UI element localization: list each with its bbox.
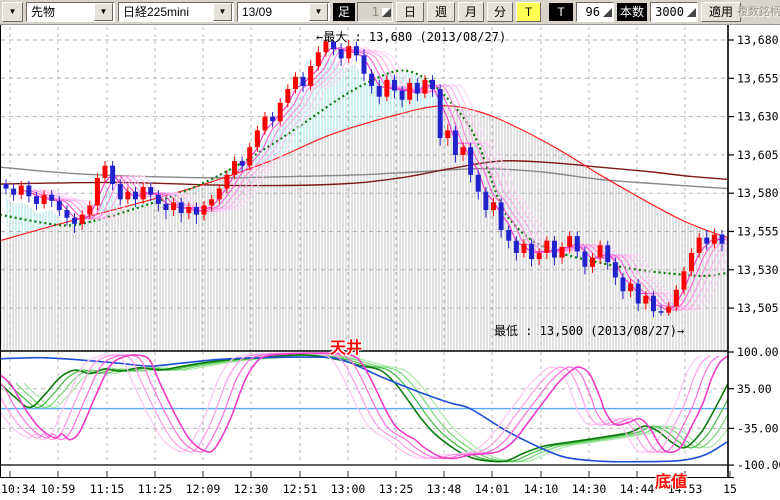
bar-interval-spinner[interactable]: 1 [357,2,393,22]
time-axis-label: 13:48 [427,482,462,496]
contract-month-value: 13/09 [238,3,308,21]
price-axis-label: 13,555 [737,225,779,239]
time-axis-label: 12:09 [186,482,221,496]
time-axis-label: 12:51 [283,482,318,496]
toolbar: ▼ 先物 ▼ 日経225mini ▼ 13/09 ▼ 足 1 日 週 月 分 T… [0,0,780,25]
tick-count-value: 96 [577,3,602,21]
bearish-cloud [0,106,728,351]
price-axis-label: 13,580 [737,186,779,200]
symbol-combo[interactable]: 日経225mini ▼ [118,2,234,22]
price-axis-label: 13,630 [737,110,779,124]
symbol-value: 日経225mini [119,3,212,21]
time-axis-label: 12:30 [234,482,269,496]
instrument-type-combo[interactable]: 先物 ▼ [26,2,115,22]
period-month-button[interactable]: 月 [458,2,484,22]
bar-count-label: 本数 [617,3,647,21]
chart-svg: 13,680 13,655 13,630 13,605 13,580 13,555 13,5… [0,25,780,500]
time-axis-label: 13:00 [331,482,366,496]
chevron-down-icon[interactable]: ▼ [94,3,113,21]
apply-button[interactable]: 適用 [701,2,741,22]
chevron-down-icon[interactable]: ▼ [309,3,328,21]
time-axis-label: 15 [723,482,737,496]
bottom-annotation: 底値 [655,468,687,492]
price-axis-label: 13,655 [737,71,779,85]
period-tick-button[interactable]: T [516,2,541,22]
bar-type-label: 足 [333,3,355,21]
spinner-handle-icon[interactable] [687,8,696,17]
time-axis-label: 11:15 [90,482,125,496]
chevron-down-icon[interactable]: ▼ [213,3,232,21]
tick-count-spinner[interactable]: 96 [576,2,614,22]
bar-count-value: 3000 [651,3,686,21]
spinner-handle-icon[interactable] [382,8,391,17]
period-day-button[interactable]: 日 [396,2,424,22]
bar-count-spinner[interactable]: 3000 [650,2,698,22]
spinner-handle-icon[interactable] [603,8,612,17]
tick-mode-label: T [549,3,573,21]
bar-interval-value: 1 [358,3,381,21]
main-panel [0,27,752,351]
oscillator-axis-label: 100.00 [737,345,779,359]
contract-month-combo[interactable]: 13/09 ▼ [237,2,330,22]
chart-application-window: ▼ 先物 ▼ 日経225mini ▼ 13/09 ▼ 足 1 日 週 月 分 T… [0,0,780,500]
min-price-annotation: 最低 : 13,500 (2013/08/27)→ [494,322,684,339]
time-axis-label: 11:25 [138,482,173,496]
time-axis-label: 13:25 [379,482,414,496]
period-minute-button[interactable]: 分 [487,2,513,22]
ceiling-annotation: 天井 [330,334,362,358]
oscillator-axis-label: -100.00 [737,458,780,472]
price-axis-label: 13,505 [737,301,779,315]
price-axis-label: 13,605 [737,148,779,162]
oscillator-axis-label: -35.00 [737,421,779,435]
window-dropdown-button[interactable]: ▼ [2,2,23,22]
max-price-annotation: ←最大 : 13,680 (2013/08/27) [316,28,506,45]
multi-symbol-button: 複数銘柄 [737,2,780,22]
time-axis-label: 10:34 [1,482,36,496]
time-axis-label: 10:59 [41,482,76,496]
oscillator-axis-label: 35.00 [737,382,772,396]
price-axis-label: 13,530 [737,263,779,277]
time-axis-label: 14:44 [620,482,655,496]
chart-canvas[interactable]: 13,680 13,655 13,630 13,605 13,580 13,555 13,5… [0,25,780,500]
time-axis-label: 14:01 [475,482,510,496]
oscillator-panel [0,352,752,465]
time-axis-label: 14:10 [524,482,559,496]
price-axis-label: 13,680 [737,33,779,47]
instrument-type-value: 先物 [27,3,93,21]
time-axis-label: 14:30 [572,482,607,496]
period-week-button[interactable]: 週 [427,2,455,22]
